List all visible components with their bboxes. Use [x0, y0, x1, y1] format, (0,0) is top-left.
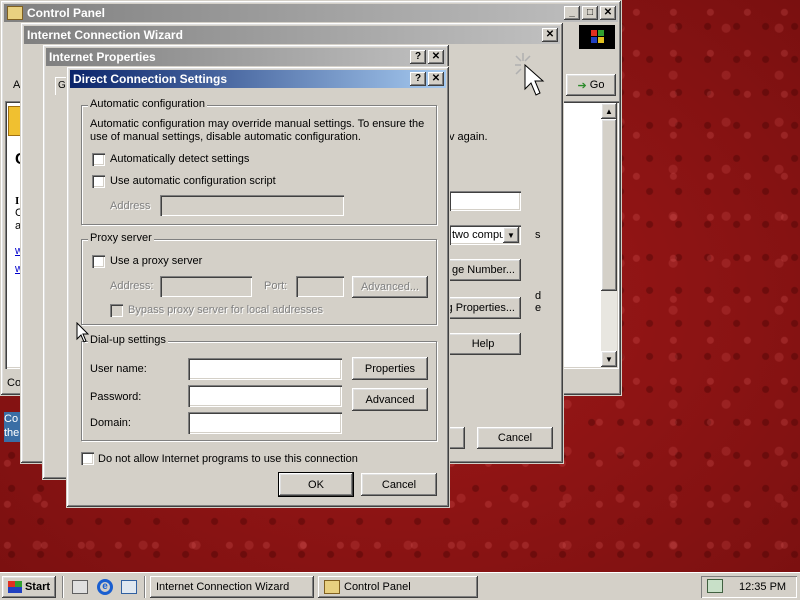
dialup-properties-button[interactable]: Properties: [352, 357, 428, 380]
direct-connection-title: Direct Connection Settings: [73, 72, 228, 86]
wizard-input-field[interactable]: [449, 191, 521, 211]
control-panel-icon: [7, 6, 23, 20]
direct-connection-window[interactable]: Direct Connection Settings ? ✕ Automatic…: [66, 66, 450, 508]
internet-properties-titlebar[interactable]: Internet Properties ? ✕: [46, 48, 446, 66]
mouse-cursor-icon: [76, 321, 90, 344]
auto-config-description: Automatic configuration may override man…: [90, 118, 425, 143]
disallow-checkbox[interactable]: [81, 452, 94, 465]
proxy-server-group: Proxy server Use a proxy server Address:…: [81, 232, 437, 325]
dialup-advanced-button[interactable]: Advanced: [352, 388, 428, 411]
ip-close-button[interactable]: ✕: [428, 50, 444, 64]
task-internet-connection-wizard[interactable]: Internet Connection Wizard: [150, 576, 314, 598]
scroll-thumb[interactable]: [601, 119, 617, 291]
go-arrow-icon: ➔: [577, 79, 587, 92]
task-control-panel[interactable]: Control Panel: [318, 576, 478, 598]
minimize-button[interactable]: _: [564, 6, 580, 20]
control-panel-titlebar[interactable]: Control Panel _ □ ✕: [4, 4, 618, 22]
dc-close-button[interactable]: ✕: [428, 72, 444, 86]
change-number-button[interactable]: ge Number...: [445, 259, 521, 281]
internet-properties-title: Internet Properties: [49, 50, 156, 64]
proxy-port-field[interactable]: [296, 276, 344, 297]
dialup-settings-group: Dial-up settings User name: Properties P…: [81, 334, 437, 441]
scroll-down-button[interactable]: ▼: [601, 351, 617, 367]
proxy-port-label: Port:: [264, 280, 288, 292]
start-button[interactable]: Start: [2, 576, 56, 598]
maximize-button[interactable]: □: [582, 6, 598, 20]
wizard-close-button[interactable]: ✕: [542, 28, 558, 42]
left-letter-1: I: [15, 195, 20, 207]
password-label: Password:: [90, 391, 142, 403]
cancel-button[interactable]: Cancel: [361, 473, 437, 496]
control-panel-title: Control Panel: [27, 6, 106, 20]
direct-connection-titlebar[interactable]: Direct Connection Settings ? ✕: [70, 70, 446, 88]
dialup-group-label: Dial-up settings: [88, 334, 168, 346]
go-label: Go: [589, 79, 605, 91]
wizard-dropdown[interactable]: two compu ▼: [449, 225, 521, 245]
clock[interactable]: 12:35 PM: [739, 581, 786, 593]
proxy-advanced-button[interactable]: Advanced...: [352, 276, 428, 298]
username-field[interactable]: [188, 358, 342, 380]
show-desktop-icon[interactable]: [72, 580, 88, 594]
disallow-label[interactable]: Do not allow Internet programs to use th…: [98, 453, 358, 465]
windows-logo-icon: [579, 25, 615, 49]
wizard-trailing-letter-1: d: [535, 290, 542, 302]
dropdown-arrow-icon[interactable]: ▼: [503, 227, 519, 243]
taskbar: Start e Internet Connection Wizard Contr…: [0, 572, 800, 600]
use-proxy-checkbox[interactable]: [92, 255, 105, 268]
control-panel-task-icon: [324, 580, 340, 594]
script-address-field[interactable]: [160, 195, 344, 216]
dc-help-button[interactable]: ?: [410, 72, 426, 86]
auto-config-group-label: Automatic configuration: [88, 98, 207, 110]
username-label: User name:: [90, 363, 147, 375]
network-icon[interactable]: [707, 579, 723, 593]
script-address-label: Address: [110, 200, 151, 212]
bypass-local-checkbox[interactable]: [110, 304, 123, 317]
system-tray: 12:35 PM: [701, 576, 797, 598]
outlook-express-icon[interactable]: [121, 580, 137, 594]
wizard-title: Internet Connection Wizard: [27, 28, 183, 42]
auto-detect-checkbox[interactable]: [92, 153, 105, 166]
use-script-checkbox[interactable]: [92, 175, 105, 188]
internet-explorer-icon[interactable]: e: [97, 579, 113, 595]
use-proxy-label[interactable]: Use a proxy server: [110, 255, 202, 267]
wizard-cancel-button[interactable]: Cancel: [477, 427, 553, 449]
go-button[interactable]: ➔ Go: [566, 74, 616, 96]
wizard-dropdown-trailing: s: [535, 229, 541, 241]
windows-flag-icon: [7, 581, 22, 593]
bypass-local-label[interactable]: Bypass proxy server for local addresses: [128, 304, 323, 316]
close-button[interactable]: ✕: [600, 6, 616, 20]
wizard-dropdown-value: two compu: [452, 229, 504, 241]
auto-detect-label[interactable]: Automatically detect settings: [110, 153, 249, 165]
wizard-titlebar[interactable]: Internet Connection Wizard ✕: [24, 26, 560, 44]
taskbar-divider: [144, 576, 146, 598]
ok-button[interactable]: OK: [278, 472, 354, 497]
wizard-trailing-letter-2: e: [535, 302, 542, 314]
scroll-up-button[interactable]: ▲: [601, 103, 617, 119]
password-field[interactable]: [188, 385, 342, 407]
wizard-right-text: v again.: [449, 131, 488, 143]
wizard-pointer-icon: [513, 51, 549, 99]
proxy-address-label: Address:: [110, 280, 154, 292]
proxy-group-label: Proxy server: [88, 232, 154, 244]
quicklaunch-divider: [62, 576, 64, 598]
auto-config-group: Automatic configuration Automatic config…: [81, 98, 437, 225]
wizard-help-button[interactable]: Help: [445, 333, 521, 355]
domain-label: Domain:: [90, 417, 131, 429]
dialing-properties-button[interactable]: g Properties...: [445, 297, 521, 319]
vertical-scrollbar[interactable]: ▲ ▼: [601, 103, 617, 367]
use-script-label[interactable]: Use automatic configuration script: [110, 175, 276, 187]
domain-field[interactable]: [188, 412, 342, 434]
ip-help-button[interactable]: ?: [410, 50, 426, 64]
proxy-address-field[interactable]: [160, 276, 252, 297]
